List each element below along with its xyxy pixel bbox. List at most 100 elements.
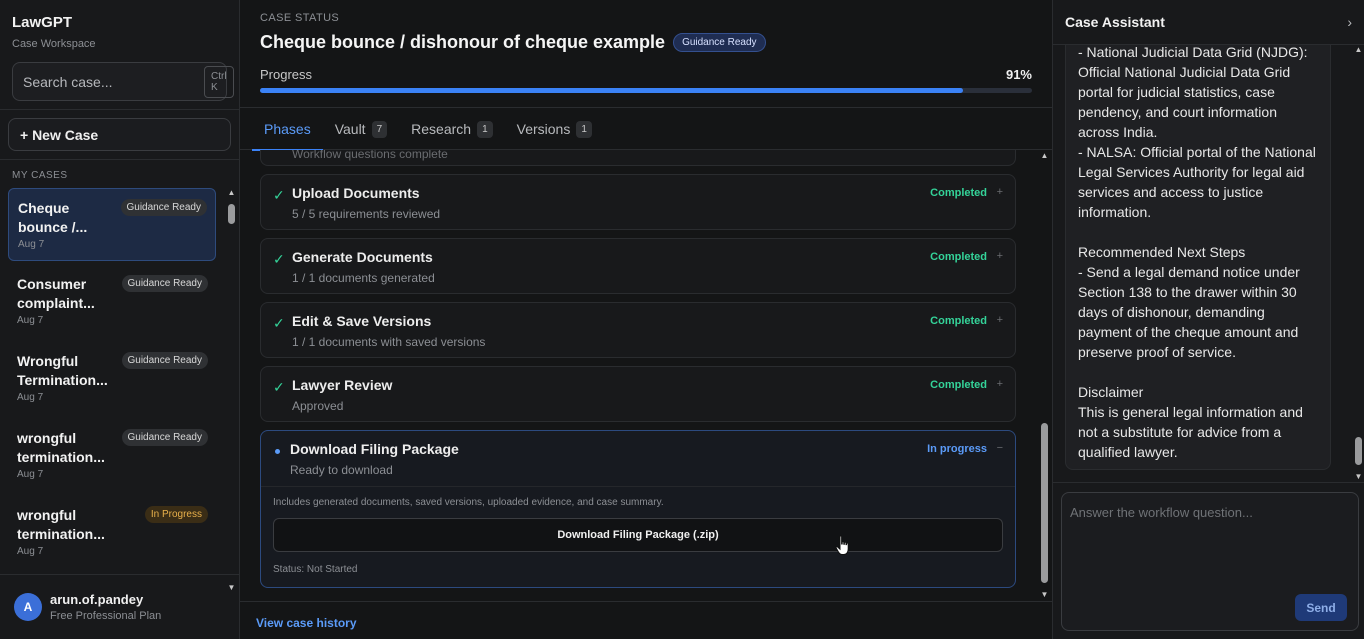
brand-subtitle: Case Workspace — [12, 38, 96, 50]
case-header: CASE STATUS Cheque bounce / dishonour of… — [240, 0, 1052, 108]
expand-icon[interactable]: + — [997, 378, 1003, 390]
case-name: wrongful termination... — [17, 430, 105, 465]
page-title: Cheque bounce / dishonour of cheque exam… — [260, 32, 666, 52]
phase-card-review[interactable]: ✓ Lawyer Review Approved Completed + — [260, 366, 1016, 422]
my-cases-label: MY CASES — [12, 170, 68, 181]
brand-title: LawGPT — [12, 14, 73, 31]
assistant-header: Case Assistant › — [1053, 0, 1364, 45]
message-line: pendency, and court information — [1078, 104, 1277, 120]
message-line: Legal Services Authority for legal aid — [1078, 164, 1305, 180]
expand-icon[interactable]: + — [997, 186, 1003, 198]
message-line: - NALSA: Official portal of the National — [1078, 144, 1316, 160]
phase-card-download[interactable]: Download Filing Package Ready to downloa… — [260, 430, 1016, 588]
answer-input[interactable] — [1062, 493, 1358, 588]
progress-bar-fill — [260, 88, 963, 93]
search-shortcut-hint: Ctrl K — [204, 65, 234, 98]
message-line: information. — [1078, 204, 1152, 220]
chat-scrollbar[interactable]: ▲ ▼ — [1353, 45, 1364, 482]
chevron-right-icon[interactable]: › — [1347, 14, 1352, 30]
phase-subtitle: 1 / 1 documents generated — [292, 271, 435, 285]
scroll-up-icon[interactable]: ▲ — [1039, 151, 1050, 161]
composer: Send — [1061, 492, 1359, 631]
scroll-down-icon[interactable]: ▼ — [1353, 472, 1364, 482]
phase-title: Download Filing Package — [290, 441, 459, 457]
check-icon: ✓ — [273, 187, 285, 203]
case-name: wrongful termination... — [17, 507, 105, 542]
scroll-down-icon[interactable]: ▼ — [1039, 590, 1050, 600]
sidebar: LawGPT Case Workspace Ctrl K + New Case … — [0, 0, 240, 639]
case-date: Aug 7 — [17, 315, 44, 326]
status-badge: Guidance Ready — [673, 33, 766, 52]
phase-status: In progress — [927, 443, 987, 455]
case-name: Cheque bounce /... — [18, 200, 88, 235]
case-list-scrollbar[interactable]: ▲ ▼ — [226, 188, 237, 593]
progress-bar — [260, 88, 1032, 93]
scrollbar-thumb[interactable] — [228, 204, 235, 224]
phase-status: Completed — [930, 315, 987, 327]
phase-card-generate[interactable]: ✓ Generate Documents 1 / 1 documents gen… — [260, 238, 1016, 294]
user-plan: Free Professional Plan — [50, 610, 162, 622]
case-item-wrongful-termination[interactable]: Wrongful Termination... Aug 7 Guidance R… — [8, 342, 216, 415]
package-description: Includes generated documents, saved vers… — [273, 497, 664, 508]
app-root: LawGPT Case Workspace Ctrl K + New Case … — [0, 0, 1364, 639]
chat-history: - National Judicial Data Grid (NJDG): Of… — [1053, 45, 1364, 482]
case-item-cheque-bounce[interactable]: Cheque bounce /... Aug 7 Guidance Ready — [8, 188, 216, 261]
scroll-up-icon[interactable]: ▲ — [226, 188, 237, 198]
tab-label: Research — [411, 121, 472, 137]
user-name: arun.of.pandey — [50, 592, 144, 607]
new-case-button[interactable]: + New Case — [8, 118, 231, 151]
tab-research[interactable]: Research 1 — [399, 108, 504, 150]
progress-label: Progress — [260, 67, 313, 82]
tab-phases[interactable]: Phases — [252, 108, 323, 151]
phase-list: Workflow questions complete ✓ Upload Doc… — [240, 150, 1052, 599]
view-case-history-link[interactable]: View case history — [256, 616, 357, 630]
phase-card-partial: Workflow questions complete — [260, 150, 1016, 166]
tab-bar: Phases Vault 7 Research 1 Versions 1 — [240, 108, 1052, 151]
tab-count: 7 — [371, 120, 388, 138]
phase-title: Lawyer Review — [292, 377, 393, 393]
in-progress-dot-icon — [275, 449, 280, 454]
scroll-up-icon[interactable]: ▲ — [1353, 45, 1364, 55]
message-line: This is general legal information and — [1078, 404, 1303, 420]
case-status-label: CASE STATUS — [260, 12, 340, 24]
phase-status: Completed — [930, 379, 987, 391]
case-date: Aug 7 — [18, 239, 45, 250]
check-icon: ✓ — [273, 251, 285, 267]
send-button[interactable]: Send — [1295, 594, 1347, 621]
phase-card-versions[interactable]: ✓ Edit & Save Versions 1 / 1 documents w… — [260, 302, 1016, 358]
message-line: across India. — [1078, 124, 1158, 140]
user-profile[interactable]: A arun.of.pandey Free Professional Plan — [0, 574, 239, 639]
phase-title: Edit & Save Versions — [292, 313, 432, 329]
tab-vault[interactable]: Vault 7 — [323, 108, 399, 150]
phase-list-scrollbar[interactable]: ▲ ▼ — [1039, 151, 1050, 600]
check-icon: ✓ — [273, 379, 285, 395]
phase-subtitle: Approved — [292, 399, 344, 413]
status-badge: Guidance Ready — [121, 275, 208, 292]
message-line: qualified lawyer. — [1078, 444, 1178, 460]
scrollbar-thumb[interactable] — [1355, 437, 1362, 465]
brand: LawGPT Case Workspace — [0, 0, 239, 54]
status-badge: Guidance Ready — [121, 352, 208, 369]
expand-icon[interactable]: + — [997, 314, 1003, 326]
case-item-wrongful-termination-2[interactable]: wrongful termination... Aug 7 Guidance R… — [8, 419, 216, 492]
scrollbar-thumb[interactable] — [1041, 423, 1048, 583]
case-item-wrongful-termination-3[interactable]: wrongful termination... Aug 7 In Progres… — [8, 496, 216, 569]
collapse-icon[interactable]: − — [997, 442, 1003, 454]
tab-versions[interactable]: Versions 1 — [505, 108, 604, 150]
assistant-message: - National Judicial Data Grid (NJDG): Of… — [1065, 45, 1331, 470]
case-date: Aug 7 — [17, 392, 44, 403]
message-line: portal for judicial statistics, case — [1078, 84, 1275, 100]
phase-subtitle: 5 / 5 requirements reviewed — [292, 207, 441, 221]
search-box[interactable]: Ctrl K — [12, 62, 234, 101]
search-input[interactable] — [23, 73, 204, 90]
phase-card-upload[interactable]: ✓ Upload Documents 5 / 5 requirements re… — [260, 174, 1016, 230]
case-name: Wrongful Termination... — [17, 353, 108, 388]
message-line: Official National Judicial Data Grid — [1078, 64, 1291, 80]
message-line: Disclaimer — [1078, 384, 1144, 400]
status-badge: In Progress — [144, 506, 208, 523]
case-item-consumer-complaint[interactable]: Consumer complaint... Aug 7 Guidance Rea… — [8, 265, 216, 338]
message-line: Recommended Next Steps — [1078, 244, 1246, 260]
download-package-button[interactable]: Download Filing Package (.zip) — [273, 518, 1003, 552]
message-line: days of dishonour, demanding — [1078, 304, 1265, 320]
expand-icon[interactable]: + — [997, 250, 1003, 262]
